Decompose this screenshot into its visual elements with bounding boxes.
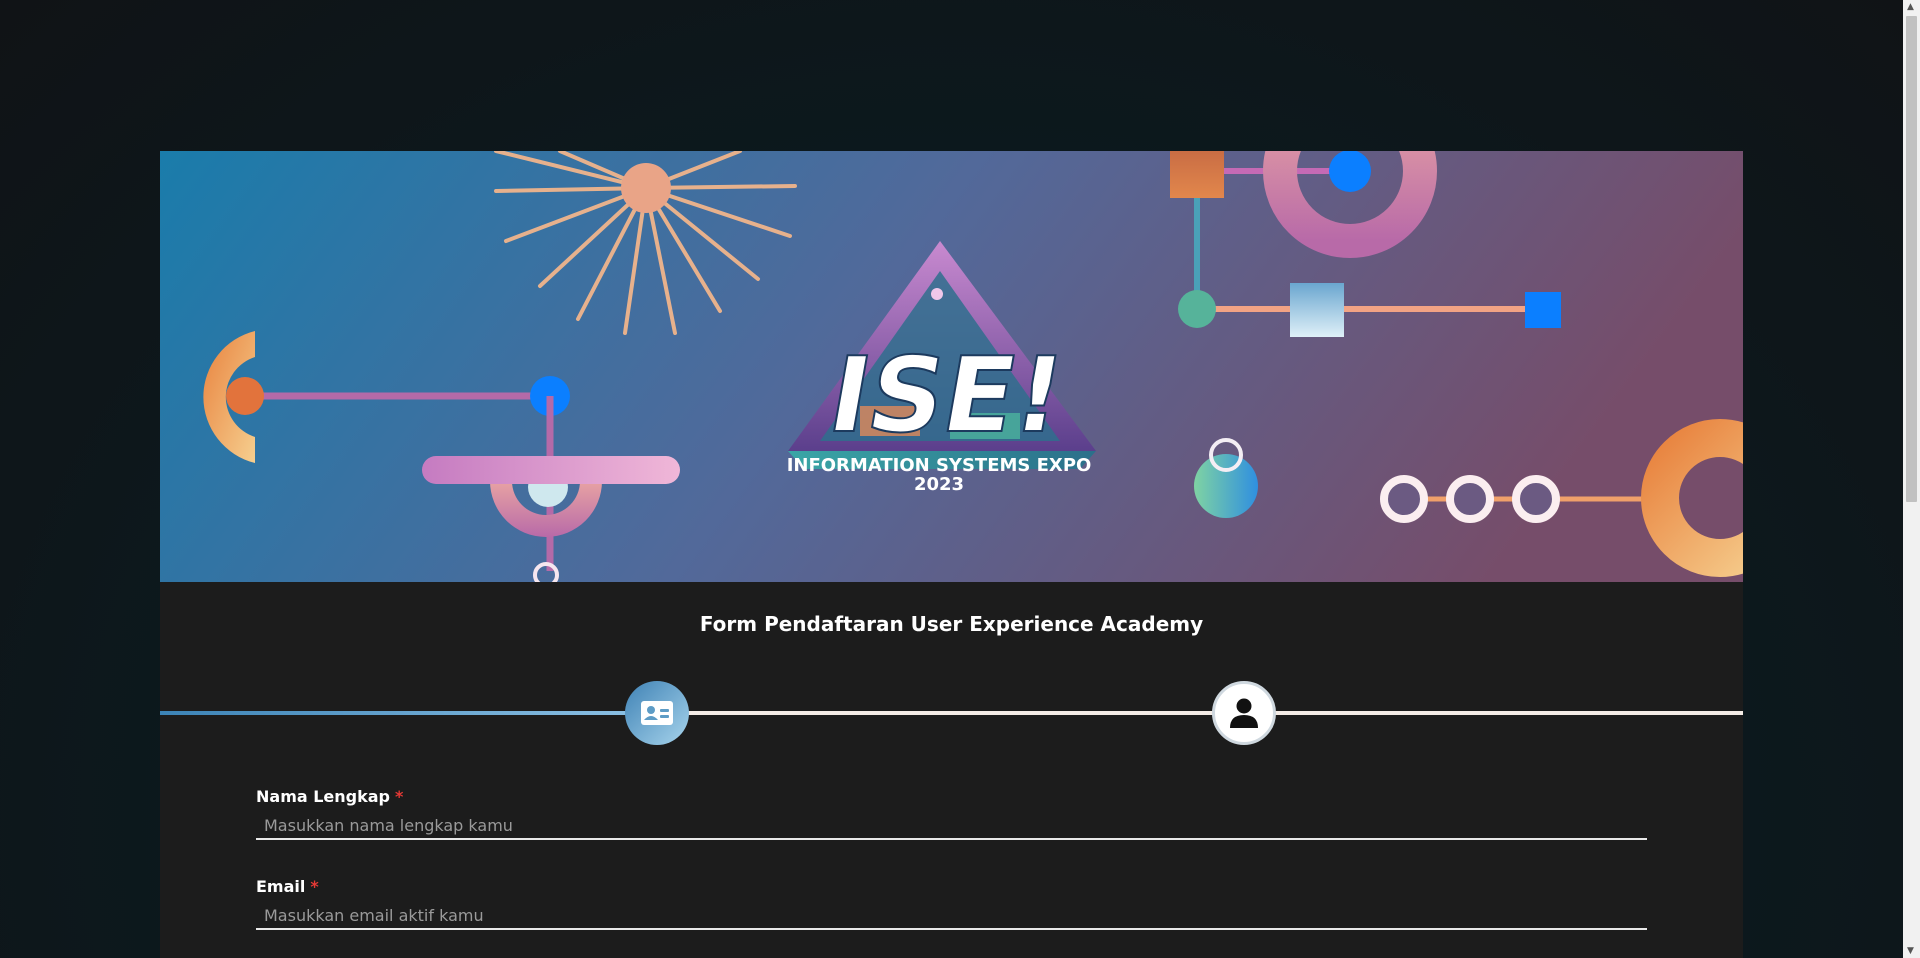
starburst-center: [621, 163, 671, 213]
stepper-progress-line: [160, 711, 657, 715]
scrollbar-thumb[interactable]: [1906, 16, 1917, 502]
event-year: 2023: [914, 474, 964, 495]
email-label-text: Email: [256, 877, 306, 896]
email-input[interactable]: [256, 902, 1647, 930]
pink-bar-decoration: [422, 456, 680, 484]
registration-card: ISE! INFORMATION SYSTEMS EXPO 2023 Form …: [160, 151, 1743, 958]
event-banner: ISE! INFORMATION SYSTEMS EXPO 2023: [160, 151, 1743, 582]
scroll-up-arrow-icon[interactable]: ▲: [1907, 2, 1914, 12]
scroll-down-arrow-icon[interactable]: ▼: [1907, 946, 1914, 956]
page-scrollbar[interactable]: ▲ ▼: [1903, 0, 1920, 958]
required-marker: *: [310, 877, 319, 896]
form-title: Form Pendaftaran User Experience Academy: [699, 612, 1204, 636]
event-name: INFORMATION SYSTEMS EXPO: [787, 455, 1092, 476]
full-name-label: Nama Lengkap *: [256, 787, 1647, 806]
email-field: Email *: [256, 877, 1647, 930]
orb-decoration: [1194, 454, 1258, 518]
step-2-profile[interactable]: [1212, 681, 1276, 745]
full-name-input[interactable]: [256, 812, 1647, 840]
banner-illustration: ISE! INFORMATION SYSTEMS EXPO 2023: [160, 151, 1743, 582]
step-1-personal-data[interactable]: [625, 681, 689, 745]
form-stepper: [160, 678, 1743, 748]
full-name-field: Nama Lengkap *: [256, 787, 1647, 840]
stepper-track-line: [657, 711, 1743, 715]
id-card-icon: [641, 701, 673, 725]
email-label: Email *: [256, 877, 1647, 896]
required-marker: *: [395, 787, 404, 806]
full-name-label-text: Nama Lengkap: [256, 787, 391, 806]
user-icon: [1230, 698, 1258, 728]
logo-text: ISE!: [820, 335, 1073, 456]
